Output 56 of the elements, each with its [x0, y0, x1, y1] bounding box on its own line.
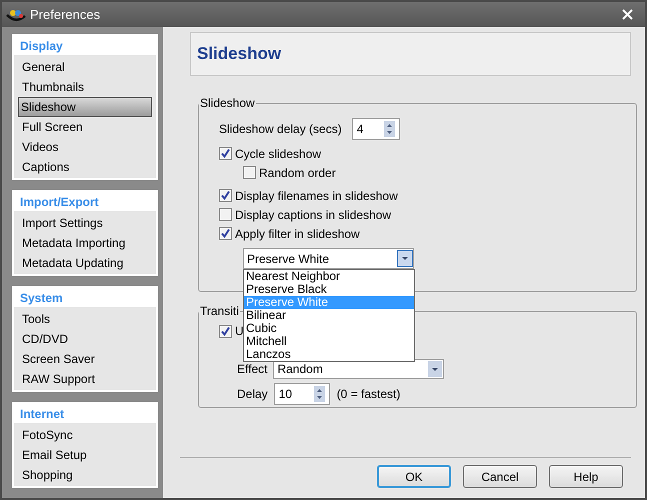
spin-arrows-icon [314, 386, 325, 402]
app-logo-icon [6, 8, 26, 22]
dropdown-option[interactable]: Cubic [244, 322, 414, 335]
group-title: Slideshow [199, 95, 256, 112]
delay-label: Delay [237, 386, 268, 403]
spin-arrows-icon [384, 121, 395, 137]
effect-label: Effect [237, 361, 268, 378]
dropdown-option[interactable]: Mitchell [244, 335, 414, 348]
checkbox[interactable] [219, 147, 232, 160]
dropdown-option[interactable]: Preserve Black [244, 283, 414, 296]
sidebar-item[interactable]: Metadata Importing [18, 233, 152, 253]
checkbox[interactable] [219, 227, 232, 240]
checkbox[interactable] [219, 189, 232, 202]
page-title: Slideshow [197, 43, 282, 66]
checkbox-label: Display captions in slideshow [235, 206, 392, 224]
close-icon[interactable] [622, 9, 633, 20]
sidebar-item[interactable]: Shopping [18, 465, 152, 485]
sidebar-item[interactable]: Videos [18, 137, 152, 157]
group-title: Transiti [199, 303, 240, 320]
delay-label: Slideshow delay (secs) [219, 121, 342, 138]
dialog-button[interactable]: Cancel [463, 465, 537, 488]
dialog-button[interactable]: Help [549, 465, 623, 488]
sidebar-item[interactable]: Metadata Updating [18, 253, 152, 273]
dropdown-option[interactable]: Bilinear [244, 309, 414, 322]
checkbox-label: Apply filter in slideshow [235, 226, 360, 242]
section-heading: Import/Export [14, 192, 156, 211]
checkbox[interactable] [243, 166, 256, 179]
dialog-button[interactable]: OK [377, 465, 451, 488]
section-heading: Display [14, 36, 156, 55]
section-heading: Internet [14, 404, 156, 423]
sidebar-item[interactable]: Thumbnails [18, 77, 152, 97]
checkbox[interactable] [219, 208, 232, 221]
sidebar-item[interactable]: Import Settings [18, 213, 152, 233]
checkbox-label: Cycle slideshow [235, 146, 322, 162]
sidebar-item[interactable]: Email Setup [18, 445, 152, 465]
sidebar-item[interactable]: Full Screen [18, 117, 152, 137]
dropdown-option[interactable]: Nearest Neighbor [244, 270, 414, 283]
sidebar-item[interactable]: RAW Support [18, 369, 152, 389]
checkbox-label: Display filenames in slideshow [235, 188, 398, 204]
sidebar-item[interactable]: CD/DVD [18, 329, 152, 349]
checkbox[interactable] [219, 324, 232, 338]
sidebar-item[interactable]: FotoSync [18, 425, 152, 445]
filter-dropdown[interactable]: Preserve White [243, 248, 414, 269]
sidebar-item[interactable]: Slideshow [18, 97, 152, 117]
checkbox-label: U [235, 323, 244, 340]
dropdown-option[interactable]: Lanczos [244, 348, 414, 361]
delay-hint: (0 = fastest) [336, 386, 400, 403]
delay-spinner[interactable]: 4 [352, 118, 400, 140]
sidebar-item[interactable]: Tools [18, 309, 152, 329]
sidebar-item[interactable]: General [18, 57, 152, 77]
window-title: Preferences [30, 6, 102, 24]
delay-spinner[interactable]: 10 [274, 383, 330, 405]
checkbox-label: Random order [259, 164, 336, 182]
sidebar-item[interactable]: Screen Saver [18, 349, 152, 369]
sidebar-item[interactable]: Captions [18, 157, 152, 177]
section-heading: System [14, 288, 156, 307]
